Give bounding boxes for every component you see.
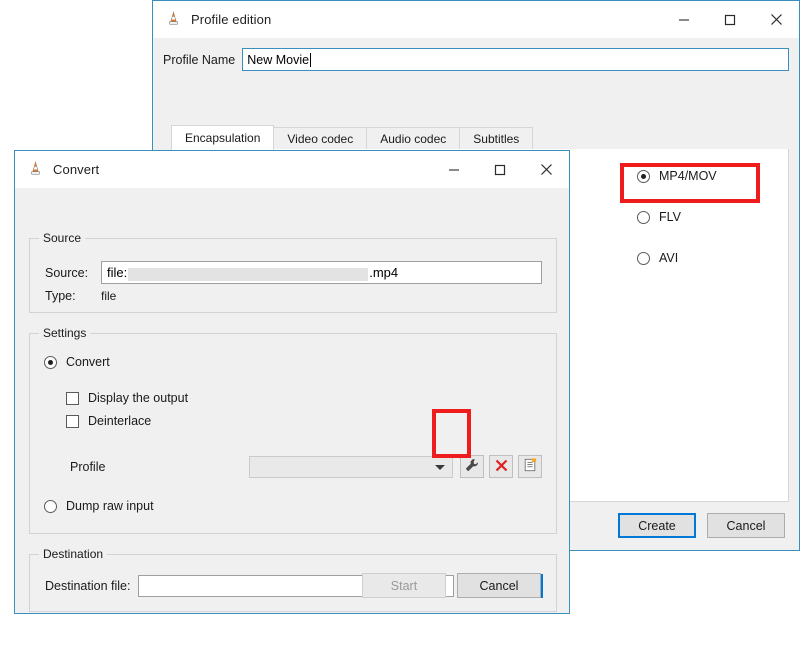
- convert-footer: Start Cancel: [362, 573, 541, 598]
- type-value: file: [101, 289, 116, 303]
- radio-convert-label: Convert: [66, 355, 110, 369]
- new-profile-button[interactable]: [518, 455, 542, 478]
- convert-cancel-button[interactable]: Cancel: [457, 573, 541, 598]
- tab-video-codec-label: Video codec: [287, 132, 353, 146]
- source-group: Source Source: file:.mp4 Type: file: [29, 238, 557, 313]
- profile-combobox[interactable]: [249, 456, 453, 478]
- settings-group-title: Settings: [39, 326, 90, 340]
- close-button[interactable]: [753, 1, 799, 38]
- source-group-title: Source: [39, 231, 85, 245]
- display-output-label: Display the output: [88, 391, 188, 405]
- profile-cancel-button[interactable]: Cancel: [707, 513, 785, 538]
- maximize-button[interactable]: [477, 151, 523, 188]
- profile-edition-title: Profile edition: [191, 12, 271, 27]
- dump-raw-input-row[interactable]: Dump raw input: [44, 499, 154, 513]
- radio-avi[interactable]: [637, 252, 650, 265]
- convert-window-controls: [431, 151, 569, 188]
- profile-edition-titlebar[interactable]: Profile edition: [153, 1, 799, 38]
- new-profile-icon: [523, 458, 537, 475]
- tab-encapsulation[interactable]: Encapsulation: [171, 125, 274, 150]
- vlc-cone-icon: [27, 161, 44, 178]
- deinterlace-label: Deinterlace: [88, 414, 151, 428]
- source-file-row: Source: file: .mp4: [45, 261, 542, 284]
- close-button[interactable]: [523, 151, 569, 188]
- radio-convert[interactable]: [44, 356, 57, 369]
- radio-mp4mov-label: MP4/MOV: [659, 169, 717, 183]
- source-label: Source:: [45, 266, 101, 280]
- profile-selection-row: Profile: [70, 455, 544, 478]
- profile-edition-footer: Create Cancel: [618, 513, 785, 538]
- settings-group: Settings Convert Display the output Dein…: [29, 333, 557, 534]
- delete-profile-button[interactable]: [489, 455, 513, 478]
- source-type-row: Type: file: [45, 289, 116, 303]
- text-caret: [310, 53, 311, 67]
- encapsulation-option-avi[interactable]: AVI: [627, 247, 797, 269]
- create-button[interactable]: Create: [618, 513, 696, 538]
- tabstrip-filler: [532, 126, 789, 150]
- chevron-down-icon: [435, 465, 445, 470]
- convert-titlebar[interactable]: Convert: [15, 151, 569, 188]
- radio-mp4mov[interactable]: [637, 170, 650, 183]
- profile-label: Profile: [70, 460, 105, 474]
- minimize-button[interactable]: [661, 1, 707, 38]
- convert-body: Source Source: file: .mp4 Type: file Sett…: [15, 188, 569, 613]
- start-button[interactable]: Start: [362, 573, 446, 598]
- tab-subtitles-label: Subtitles: [473, 132, 519, 146]
- profile-name-input[interactable]: New Movie: [242, 48, 789, 71]
- radio-dump-raw-input[interactable]: [44, 500, 57, 513]
- tab-subtitles[interactable]: Subtitles: [459, 127, 533, 150]
- wrench-icon: [465, 458, 479, 475]
- source-path-suffix: .mp4: [369, 265, 398, 280]
- checkbox-deinterlace[interactable]: [66, 415, 79, 428]
- profile-name-row: Profile Name New Movie: [163, 48, 789, 71]
- convert-window: Convert Source Source: file: .mp4: [14, 150, 570, 614]
- display-output-row[interactable]: Display the output: [66, 391, 188, 405]
- source-input[interactable]: file: .mp4: [101, 261, 542, 284]
- deinterlace-row[interactable]: Deinterlace: [66, 414, 151, 428]
- encapsulation-option-flv[interactable]: FLV: [627, 206, 797, 228]
- radio-flv-label: FLV: [659, 210, 681, 224]
- tab-video-codec[interactable]: Video codec: [273, 127, 367, 150]
- profile-window-controls: [661, 1, 799, 38]
- destination-group-title: Destination: [39, 547, 107, 561]
- red-x-icon: [495, 459, 508, 475]
- tab-encapsulation-label: Encapsulation: [185, 131, 260, 145]
- profile-tabstrip: Encapsulation Video codec Audio codec Su…: [171, 126, 789, 151]
- vlc-cone-icon: [165, 11, 182, 28]
- edit-profile-button[interactable]: [460, 455, 484, 478]
- type-label: Type:: [45, 289, 101, 303]
- profile-name-value: New Movie: [247, 53, 309, 67]
- destination-file-label: Destination file:: [45, 579, 130, 593]
- encapsulation-options: MP4/MOV FLV AVI: [627, 165, 797, 288]
- tab-audio-codec[interactable]: Audio codec: [366, 127, 460, 150]
- checkbox-display-output[interactable]: [66, 392, 79, 405]
- dump-raw-input-label: Dump raw input: [66, 499, 154, 513]
- radio-avi-label: AVI: [659, 251, 678, 265]
- convert-radio-row[interactable]: Convert: [44, 355, 110, 369]
- redacted-path: [128, 268, 368, 281]
- encapsulation-option-mp4mov[interactable]: MP4/MOV: [627, 165, 797, 187]
- convert-title: Convert: [53, 162, 99, 177]
- profile-name-label: Profile Name: [163, 53, 235, 67]
- source-path-prefix: file:: [107, 265, 127, 280]
- tab-audio-codec-label: Audio codec: [380, 132, 446, 146]
- minimize-button[interactable]: [431, 151, 477, 188]
- radio-flv[interactable]: [637, 211, 650, 224]
- maximize-button[interactable]: [707, 1, 753, 38]
